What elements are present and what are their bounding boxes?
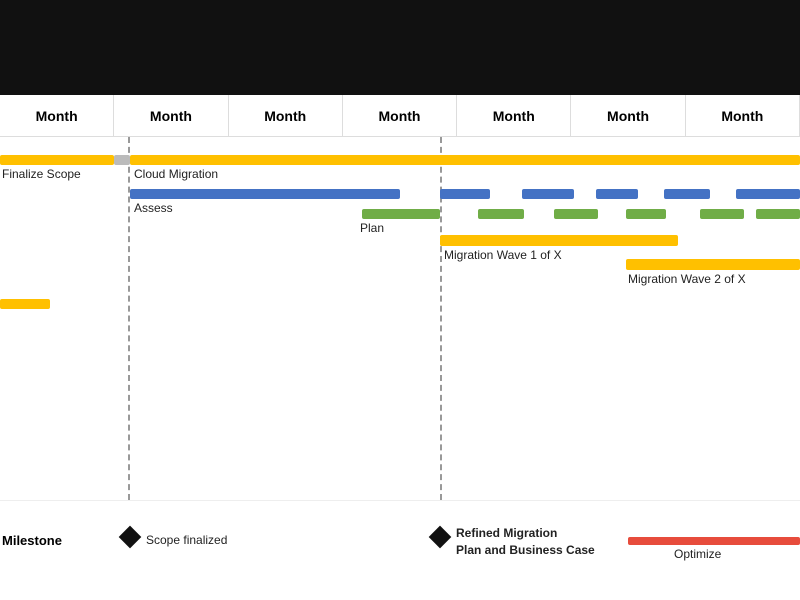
top-banner (0, 0, 800, 95)
month-col-4: Month (343, 95, 457, 136)
month-col-2: Month (114, 95, 228, 136)
assess-blue-bar-4 (596, 189, 638, 199)
plan-green-bar-6 (756, 209, 800, 219)
wave1-label: Migration Wave 1 of X (444, 248, 562, 262)
assess-blue-bar-1 (130, 189, 400, 199)
plan-green-bar-1 (362, 209, 440, 219)
wave1-bar (440, 235, 678, 246)
cloud-migration-orange-bar (130, 155, 800, 165)
milestone-row: Milestone Scope finalized Refined Migrat… (0, 500, 800, 600)
cloud-migration-label: Cloud Migration (134, 167, 218, 181)
month-header: Month Month Month Month Month Month Mont… (0, 95, 800, 137)
gantt-area: Finalize Scope Cloud Migration Assess Pl… (0, 137, 800, 500)
finalize-scope-label: Finalize Scope (2, 167, 81, 181)
month-col-6: Month (571, 95, 685, 136)
assess-blue-bar-5 (664, 189, 710, 199)
optimize-bar (628, 537, 800, 545)
assess-blue-bar-6 (736, 189, 800, 199)
scope-finalized-diamond (119, 526, 142, 549)
refined-migration-diamond (429, 526, 452, 549)
month-col-7: Month (686, 95, 800, 136)
assess-label: Assess (134, 201, 173, 215)
wave2-label: Migration Wave 2 of X (628, 272, 746, 286)
wave2-bar (626, 259, 800, 270)
month-col-1: Month (0, 95, 114, 136)
plan-green-bar-3 (554, 209, 598, 219)
finalize-scope-orange-bar (0, 155, 114, 165)
refined-migration-text: Refined MigrationPlan and Business Case (456, 525, 595, 559)
month-col-5: Month (457, 95, 571, 136)
assess-blue-bar-3 (522, 189, 574, 199)
month-col-3: Month (229, 95, 343, 136)
assess-blue-bar-2 (440, 189, 490, 199)
small-yellow-bar (0, 299, 50, 309)
plan-green-bar-4 (626, 209, 666, 219)
scope-finalized-text: Scope finalized (146, 533, 227, 547)
plan-label: Plan (360, 221, 384, 235)
optimize-text: Optimize (674, 547, 721, 561)
milestone-label: Milestone (2, 533, 62, 548)
finalize-scope-gray-bar (114, 155, 130, 165)
plan-green-bar-2 (478, 209, 524, 219)
plan-green-bar-5 (700, 209, 744, 219)
